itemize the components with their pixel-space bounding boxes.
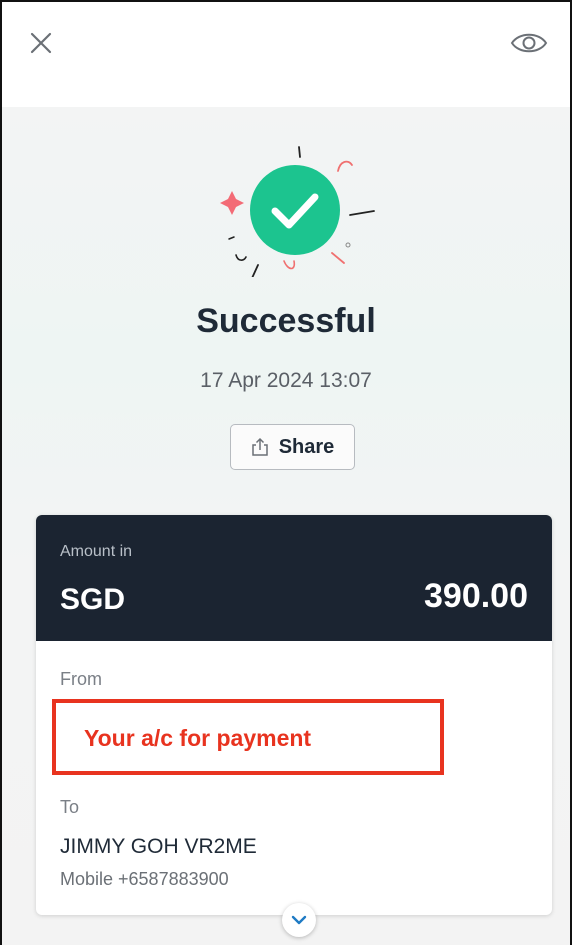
receipt-content: Successful 17 Apr 2024 13:07 Share Amoun…: [2, 107, 570, 945]
amount-label: Amount in: [60, 543, 133, 560]
recipient-mobile: Mobile +6587883900: [60, 869, 229, 889]
from-account-highlight: Your a/c for payment: [52, 699, 444, 775]
checkmark-success-icon: [250, 165, 340, 255]
toggle-visibility-button[interactable]: [510, 28, 548, 58]
eye-icon: [510, 33, 548, 53]
from-label: From: [60, 669, 102, 689]
amount-currency: SGD: [60, 583, 126, 616]
share-button[interactable]: Share: [230, 424, 355, 470]
close-button[interactable]: [28, 30, 56, 58]
expand-details-button[interactable]: [282, 903, 316, 937]
transaction-datetime: 17 Apr 2024 13:07: [200, 369, 372, 392]
success-illustration: [220, 146, 375, 277]
screen: Successful 17 Apr 2024 13:07 Share Amoun…: [0, 0, 572, 945]
share-icon: [251, 437, 268, 456]
from-account: Your a/c for payment: [84, 725, 312, 751]
amount-header: Amount in SGD 390.00: [36, 515, 552, 641]
recipient-name: JIMMY GOH VR2ME: [60, 835, 257, 858]
transaction-card: Amount in SGD 390.00 From Your a/c for p…: [36, 515, 552, 937]
status-title: Successful: [196, 302, 376, 340]
amount-value: 390.00: [424, 577, 528, 615]
to-label: To: [60, 797, 80, 817]
chevron-down-icon: [291, 915, 307, 925]
share-button-label: Share: [278, 435, 335, 458]
top-bar: [2, 2, 570, 107]
close-icon: [30, 32, 52, 54]
